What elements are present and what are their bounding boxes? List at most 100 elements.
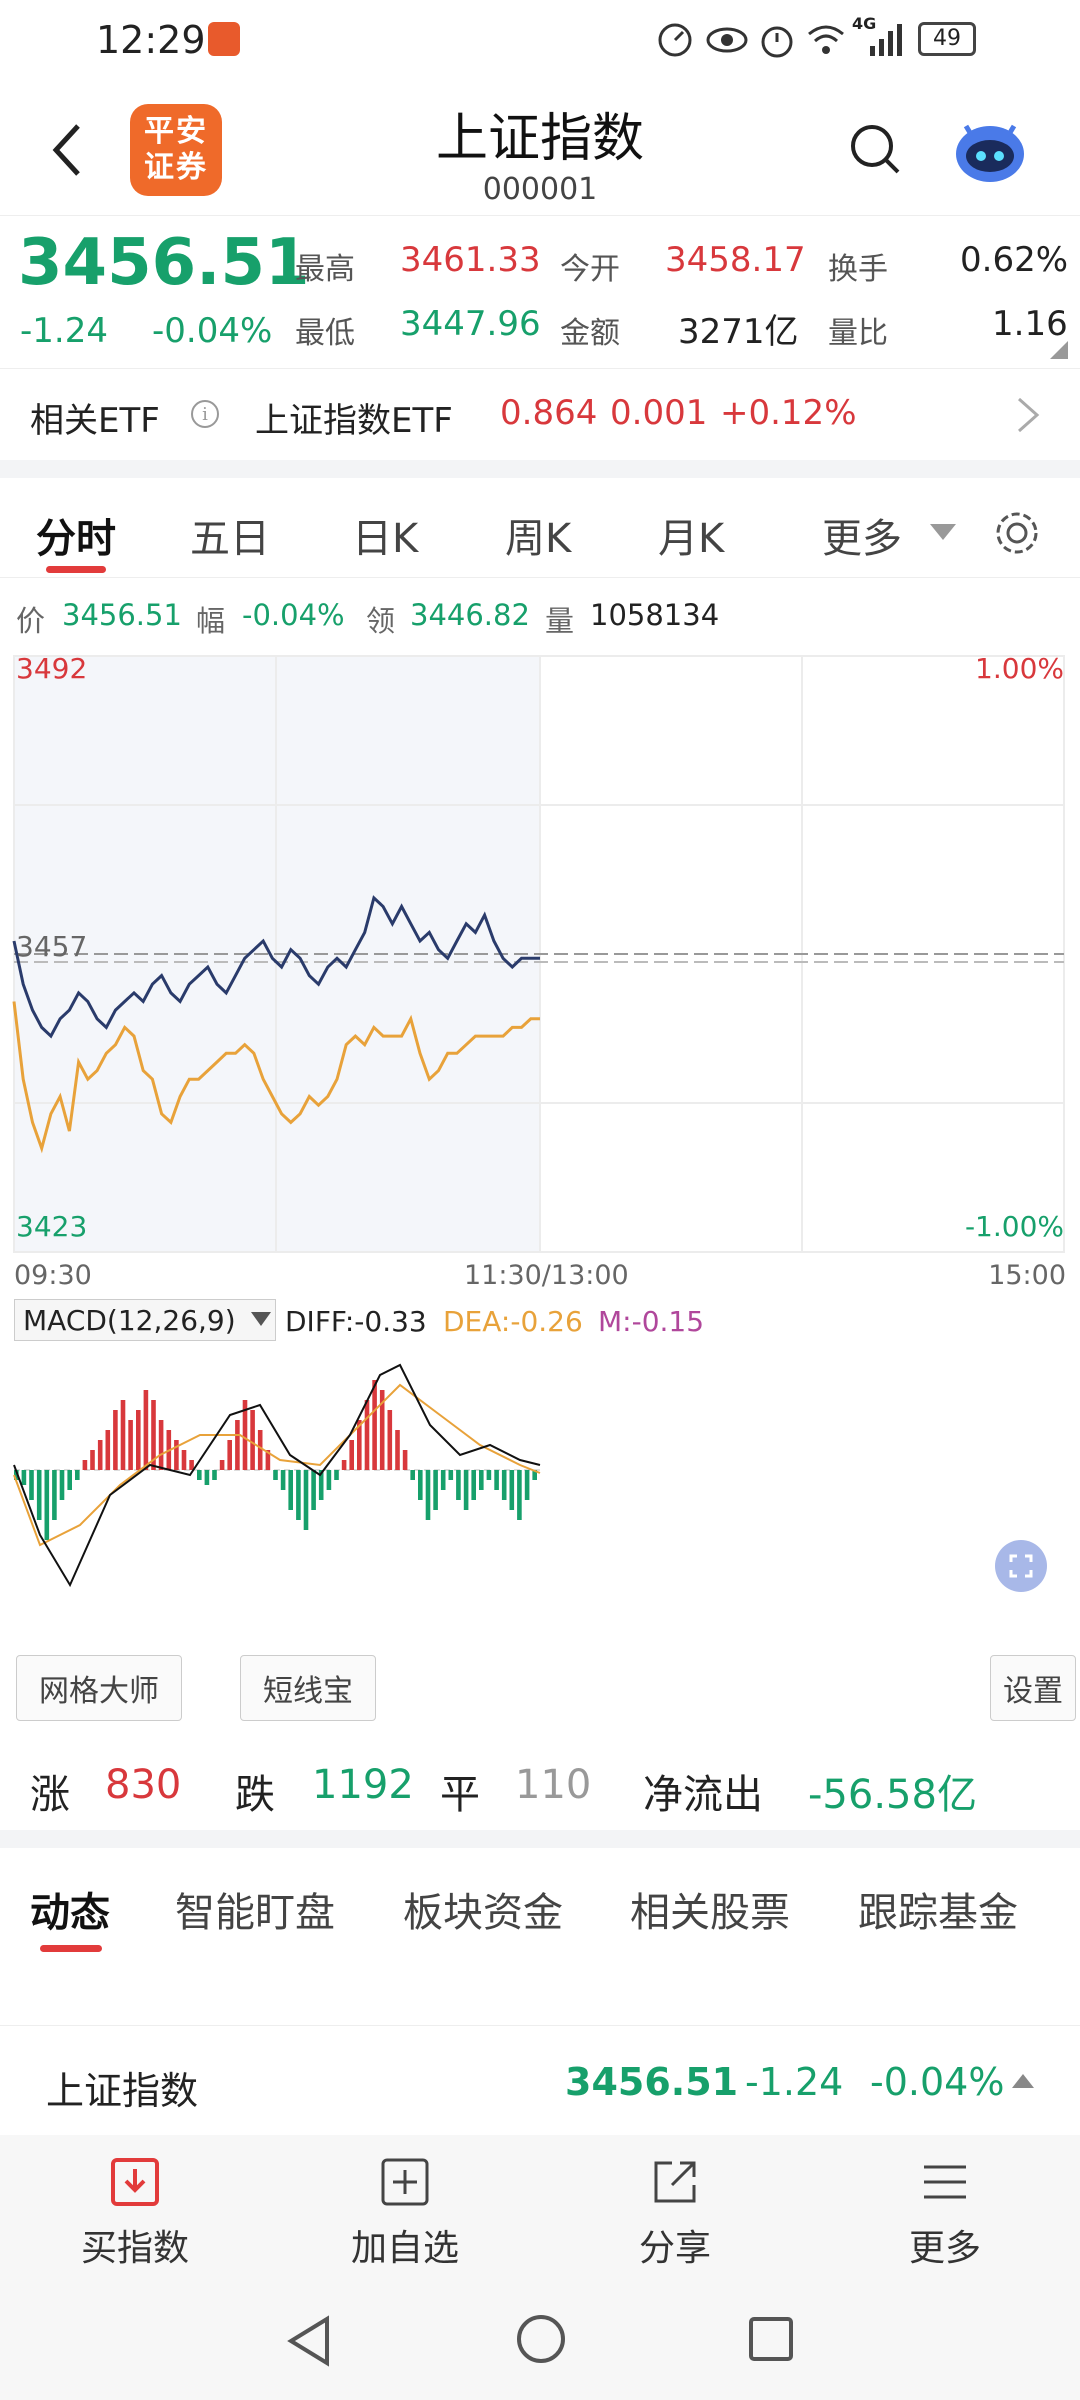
speedometer-icon [658,23,692,57]
ticker-price: 3456.51 [565,2060,739,2104]
macd-panel[interactable]: MACD(12,26,9) DIFF:-0.33 DEA:-0.26 M:-0.… [0,1295,1080,1655]
tab-dynamics[interactable]: 动态 [30,1880,110,1938]
system-recents-icon[interactable] [745,2313,797,2365]
robot-assistant-icon[interactable] [950,110,1030,190]
more-button[interactable]: 更多 [865,2155,1025,2271]
macd-bar [456,1470,461,1500]
macd-bar [181,1450,187,1470]
turnover-value: 0.62% [960,240,1069,280]
share-button[interactable]: 分享 [595,2155,755,2271]
volume-ratio-value: 1.16 [992,304,1068,344]
tab-five-day[interactable]: 五日 [190,506,270,564]
svg-text:i: i [202,404,208,425]
etf-name: 上证指数ETF [255,401,453,441]
buy-index-label: 买指数 [80,2228,189,2269]
info-pct: -0.04% [242,598,345,632]
x-axis-mid: 11:30/13:00 [464,1260,629,1291]
macd-bar [364,1400,370,1470]
more-label: 更多 [908,2228,981,2269]
etf-change: 0.001 [610,393,708,433]
macd-bar [395,1430,400,1470]
price-change: -1.24 [20,311,108,351]
dropdown-arrow-icon [251,1312,271,1326]
tab-monthly-k[interactable]: 月K [658,506,724,564]
plus-box-icon [381,2158,429,2206]
macd-bar [158,1420,164,1470]
search-icon[interactable] [848,122,904,178]
macd-bar [410,1470,415,1480]
quote-panel: 3456.51 -1.24 -0.04% 最高 3461.33 今开 3458.… [0,215,1080,365]
high-label: 最高 [295,252,355,287]
macd-bar [204,1470,210,1485]
signal-icon [870,24,902,56]
tab-smart-watch[interactable]: 智能盯盘 [175,1880,335,1938]
open-label: 今开 [560,252,620,287]
caret-up-icon[interactable] [1012,2074,1034,2090]
tab-intraday[interactable]: 分时 [36,506,116,564]
intraday-chart-svg [12,655,1065,1253]
macd-bar [402,1450,408,1470]
macd-bar [97,1440,103,1470]
gear-icon[interactable] [992,508,1042,558]
expand-corner-icon[interactable] [1050,341,1068,359]
tab-weekly-k[interactable]: 周K [505,506,571,564]
macd-bar [21,1470,27,1485]
chart-period-tabs: 分时 五日 日K 周K 月K 更多 [0,478,1080,578]
news-tabs: 动态 智能盯盘 板块资金 相关股票 跟踪基金 [0,1845,1080,1955]
fullscreen-button[interactable] [995,1540,1047,1592]
system-navigation-bar [0,2275,1080,2400]
info-icon[interactable]: i [190,399,220,429]
tab-daily-k[interactable]: 日K [352,506,418,564]
etf-change-pct: +0.12% [720,393,857,433]
macd-bar [448,1470,454,1480]
battery-icon: 49 [918,22,976,56]
grid-master-button[interactable]: 网格大师 [16,1655,182,1721]
macd-bar [494,1470,499,1490]
menu-icon [924,2165,966,2199]
system-home-icon[interactable] [513,2311,569,2367]
dropdown-arrow-icon[interactable] [930,524,956,542]
download-icon [111,2158,159,2206]
macd-m: M:-0.15 [598,1305,705,1338]
buy-index-button[interactable]: 买指数 [55,2155,215,2271]
net-flow-label: 净流出 [643,1772,763,1818]
low-value: 3447.96 [400,304,541,344]
bottom-ticker-bar[interactable]: 上证指数 3456.51 -1.24 -0.04% [0,2025,1080,2135]
down-label: 跌 [235,1772,275,1818]
macd-bar [486,1470,492,1480]
amount-label: 金额 [560,316,620,351]
settings-button[interactable]: 设置 [990,1655,1076,1721]
back-icon[interactable] [48,120,88,180]
tab-sector-funds[interactable]: 板块资金 [403,1880,563,1938]
macd-bar [44,1470,50,1540]
tab-more[interactable]: 更多 [822,506,902,564]
macd-bar [143,1390,149,1470]
macd-selector[interactable]: MACD(12,26,9) [14,1299,276,1341]
macd-bar [273,1470,278,1480]
macd-histogram [14,1380,537,1540]
intraday-chart[interactable]: 3492 3457 3423 1.00% -1.00% 09:30 11:30/… [0,640,1080,1300]
ticker-name: 上证指数 [46,2069,199,2113]
broker-logo[interactable]: 平安证券 [130,104,222,196]
macd-bar [418,1470,423,1500]
tab-related-stocks[interactable]: 相关股票 [630,1880,790,1938]
macd-bar [235,1420,240,1470]
macd-chart-svg [13,1363,541,1588]
eye-icon [706,27,748,53]
system-back-icon[interactable] [285,2313,335,2369]
short-line-button[interactable]: 短线宝 [240,1655,376,1721]
macd-bar [288,1470,293,1510]
y-axis-bottom: 3423 [16,1210,88,1243]
active-tab-indicator [46,566,106,573]
high-value: 3461.33 [400,240,541,280]
macd-bar [128,1420,133,1470]
tab-tracking-funds[interactable]: 跟踪基金 [858,1880,1018,1938]
status-time: 12:29 [96,18,206,62]
flat-count: 110 [515,1762,592,1808]
add-watchlist-button[interactable]: 加自选 [325,2155,485,2271]
flat-label: 平 [440,1772,480,1818]
macd-bar [341,1460,347,1470]
macd-bar [75,1470,80,1480]
related-etf-row[interactable]: 相关ETF i 上证指数ETF 0.864 0.001 +0.12% [0,368,1080,460]
macd-bar [257,1430,263,1470]
